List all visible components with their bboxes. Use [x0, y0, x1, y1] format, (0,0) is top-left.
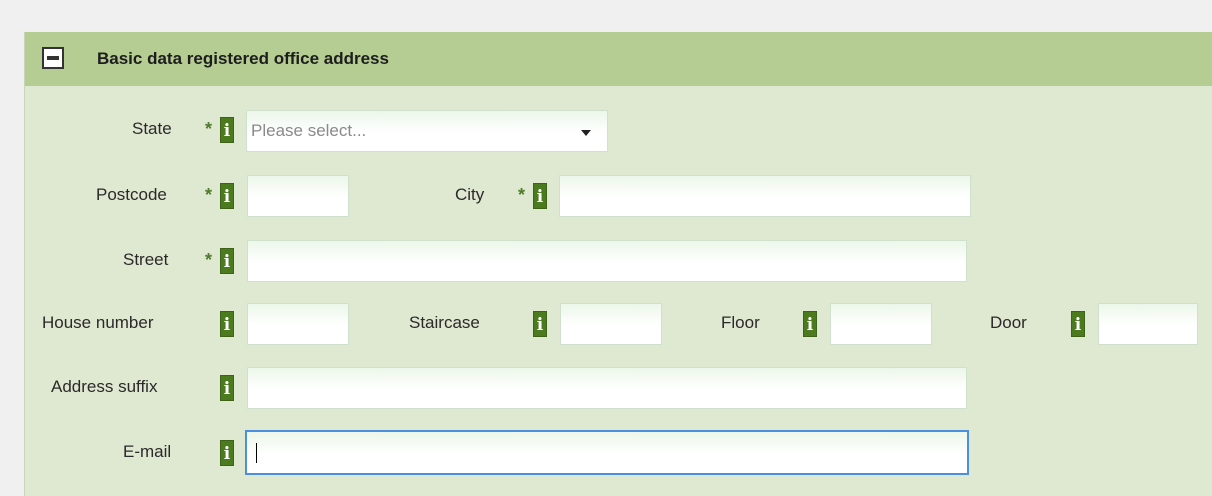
street-label: Street — [123, 250, 169, 269]
chevron-down-icon — [581, 130, 591, 136]
city-input[interactable] — [559, 175, 971, 217]
floor-label: Floor — [721, 313, 760, 332]
staircase-label: Staircase — [409, 313, 480, 332]
postcode-label: Postcode — [96, 185, 167, 204]
house-number-input[interactable] — [247, 303, 349, 345]
house-number-label: House number — [42, 313, 154, 332]
house-number-info-icon[interactable]: i — [220, 311, 234, 337]
floor-info-icon[interactable]: i — [803, 311, 817, 337]
staircase-info-icon[interactable]: i — [533, 311, 547, 337]
street-input[interactable] — [247, 240, 967, 282]
city-required-marker: * — [518, 185, 526, 205]
postcode-input[interactable] — [247, 175, 349, 217]
postcode-info-icon[interactable]: i — [220, 183, 234, 209]
state-info-icon[interactable]: i — [220, 117, 234, 143]
door-label: Door — [990, 313, 1027, 332]
address-suffix-input[interactable] — [247, 367, 967, 409]
state-select-placeholder: Please select... — [251, 121, 367, 140]
email-info-icon[interactable]: i — [220, 440, 234, 466]
text-cursor — [256, 443, 257, 463]
street-info-icon[interactable]: i — [220, 248, 234, 274]
door-info-icon[interactable]: i — [1071, 311, 1085, 337]
email-label: E-mail — [123, 442, 172, 461]
city-info-icon[interactable]: i — [533, 183, 547, 209]
address-panel: Basic data registered office address Sta… — [24, 32, 1212, 496]
door-input[interactable] — [1098, 303, 1198, 345]
street-required-marker: * — [205, 250, 213, 270]
address-suffix-info-icon[interactable]: i — [220, 375, 234, 401]
panel-title: Basic data registered office address — [97, 49, 389, 68]
state-label: State — [132, 119, 172, 138]
staircase-input[interactable] — [560, 303, 662, 345]
state-select[interactable]: Please select... — [246, 110, 608, 152]
email-input[interactable] — [245, 430, 969, 475]
state-required-marker: * — [205, 119, 213, 139]
city-label: City — [455, 185, 485, 204]
postcode-required-marker: * — [205, 185, 213, 205]
address-suffix-label: Address suffix — [51, 377, 158, 396]
panel-header: Basic data registered office address — [25, 32, 1212, 86]
collapse-button[interactable] — [42, 47, 64, 69]
floor-input[interactable] — [830, 303, 932, 345]
